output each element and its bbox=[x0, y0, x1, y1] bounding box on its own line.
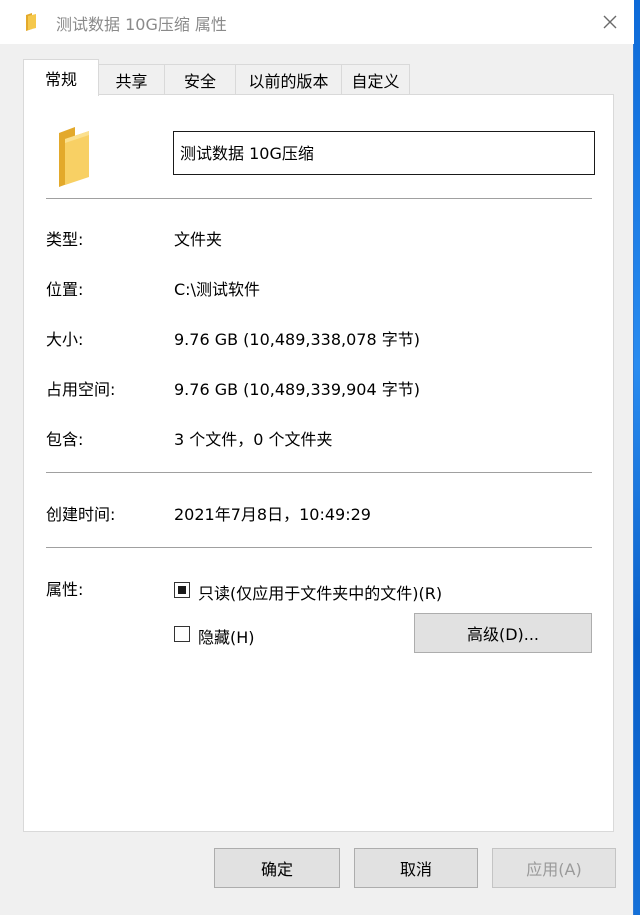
tab-sharing[interactable]: 共享 bbox=[98, 64, 165, 94]
folder-icon bbox=[26, 13, 36, 31]
folder-icon bbox=[59, 127, 89, 187]
attributes-label: 属性: bbox=[46, 580, 84, 599]
properties-dialog: 测试数据 10G压缩 属性 常规 共享 安全 以前的版本 自定义 测试数据 10… bbox=[0, 0, 634, 915]
apply-button[interactable]: 应用(A) bbox=[492, 848, 616, 888]
contains-value: 3 个文件，0 个文件夹 bbox=[174, 430, 333, 449]
cancel-button[interactable]: 取消 bbox=[354, 848, 478, 888]
contains-label: 包含: bbox=[46, 430, 84, 449]
readonly-checkbox-label[interactable]: 只读(仅应用于文件夹中的文件)(R) bbox=[198, 580, 442, 604]
desktop-background bbox=[634, 0, 640, 915]
hidden-checkbox-label[interactable]: 隐藏(H) bbox=[198, 624, 255, 648]
ok-button[interactable]: 确定 bbox=[214, 848, 340, 888]
tab-security[interactable]: 安全 bbox=[164, 64, 236, 94]
close-button[interactable] bbox=[596, 8, 624, 36]
location-label: 位置: bbox=[46, 280, 84, 299]
size-on-disk-value: 9.76 GB (10,489,339,904 字节) bbox=[174, 380, 420, 399]
separator bbox=[46, 547, 592, 548]
hidden-checkbox[interactable] bbox=[174, 626, 190, 642]
separator bbox=[46, 472, 592, 473]
type-value: 文件夹 bbox=[174, 230, 223, 249]
type-label: 类型: bbox=[46, 230, 84, 249]
tab-customize[interactable]: 自定义 bbox=[341, 64, 410, 94]
readonly-checkbox[interactable] bbox=[174, 582, 190, 598]
tab-previous-versions[interactable]: 以前的版本 bbox=[235, 64, 342, 94]
size-label: 大小: bbox=[46, 330, 84, 349]
close-icon bbox=[603, 15, 617, 29]
advanced-button[interactable]: 高级(D)... bbox=[414, 613, 592, 653]
created-value: 2021年7月8日，10:49:29 bbox=[174, 505, 371, 524]
separator bbox=[46, 198, 592, 199]
size-on-disk-label: 占用空间: bbox=[46, 380, 116, 399]
window-title: 测试数据 10G压缩 属性 bbox=[56, 15, 227, 34]
folder-name-input[interactable]: 测试数据 10G压缩 bbox=[173, 131, 595, 175]
location-value: C:\测试软件 bbox=[174, 280, 260, 299]
title-bar[interactable]: 测试数据 10G压缩 属性 bbox=[0, 0, 634, 44]
tab-general[interactable]: 常规 bbox=[23, 59, 99, 96]
created-label: 创建时间: bbox=[46, 505, 116, 524]
general-panel: 测试数据 10G压缩 类型: 文件夹 位置: C:\测试软件 大小: 9.76 … bbox=[23, 94, 614, 832]
size-value: 9.76 GB (10,489,338,078 字节) bbox=[174, 330, 420, 349]
